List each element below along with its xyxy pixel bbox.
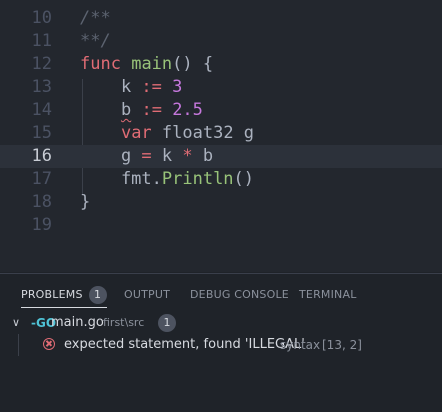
problem-item[interactable]: expected statement, found 'ILLEGAL' synt… [0,334,442,356]
code-text: /** [80,7,111,30]
tab-debug-console-label: DEBUG CONSOLE [190,288,289,301]
code-token: b [120,100,132,120]
code-token: () [233,169,255,189]
code-token: 2.5 [172,100,203,120]
bottom-panel: PROBLEMS 1 OUTPUT DEBUG CONSOLE TERMINAL … [0,273,442,412]
code-token: float32 g [151,123,255,143]
line-number: 15 [31,123,52,143]
chevron-down-icon[interactable]: ∨ [12,312,20,334]
tab-problems[interactable]: PROBLEMS 1 [21,285,107,308]
code-line[interactable]: 12 func main() { [0,53,442,76]
panel-tabs: PROBLEMS 1 OUTPUT DEBUG CONSOLE TERMINAL [0,274,442,310]
line-number: 17 [31,169,52,189]
code-token: := [141,100,162,120]
file-problem-count-badge: 1 [158,314,176,332]
tab-problems-label: PROBLEMS [21,288,83,301]
code-token: } [80,192,91,212]
problem-file-row[interactable]: ∨ -GO main.go first\src 1 [0,312,442,334]
tab-terminal[interactable]: TERMINAL [299,285,357,307]
line-number: 14 [31,100,52,120]
code-line[interactable]: 10 /** [0,7,442,30]
tab-output-label: OUTPUT [124,288,171,301]
code-text: **/ [80,30,111,53]
line-number: 18 [31,192,52,212]
line-number: 19 [31,215,52,235]
file-name: main.go [51,315,104,330]
code-line[interactable]: 17 fmt.Println() [0,168,442,191]
code-token: () { [172,54,214,74]
code-text: b := 2.5 [80,99,203,122]
line-number: 16 [31,146,52,166]
problem-position: [13, 2] [322,338,362,352]
code-token: main [131,54,173,74]
file-path: first\src [103,316,145,329]
error-icon [43,338,55,350]
code-line[interactable]: 19 [0,214,442,237]
code-text: g = k * b [80,145,213,168]
code-line[interactable]: 11 **/ [0,30,442,53]
code-token: k [151,146,183,166]
line-number: 12 [31,54,52,74]
tab-debug-console[interactable]: DEBUG CONSOLE [190,285,289,307]
code-text: var float32 g [80,122,254,145]
code-token: k [80,77,142,97]
code-text: } [80,191,90,214]
code-line[interactable]: 13 k := 3 [0,76,442,99]
code-token: = [141,146,152,166]
code-token: * [182,146,193,166]
code-token: /** [80,8,111,28]
problem-message: expected statement, found 'ILLEGAL' [64,337,305,352]
tab-terminal-label: TERMINAL [299,288,357,301]
line-number: 10 [31,8,52,28]
code-token: := [141,77,162,97]
code-editor[interactable]: 10/** 11 **/12 func main() {13 k := 3 14 b :… [0,0,442,272]
code-text: k := 3 [80,76,182,99]
tab-output[interactable]: OUTPUT [124,285,170,307]
line-number: 13 [31,77,52,97]
problems-count-badge: 1 [88,286,107,304]
line-number: 11 [31,31,52,51]
code-token: 3 [172,77,183,97]
code-token: Println [161,169,234,189]
code-token: g [80,146,142,166]
code-line[interactable]: 18} [0,191,442,214]
code-line[interactable]: 14 b := 2.5 [0,99,442,122]
code-token: fmt. [80,169,162,189]
code-token: **/ [80,31,111,51]
problem-source: syntax [280,338,321,352]
code-line[interactable]: 16 g = k * b [0,145,442,168]
tree-indent-guide [18,334,19,356]
code-token: var [120,123,152,143]
code-line[interactable]: 15 var float32 g [0,122,442,145]
code-text: func main() { [80,53,213,76]
vscode-window: 10/** 11 **/12 func main() {13 k := 3 14 b :… [0,0,442,412]
code-token: func [80,54,121,74]
code-token: b [192,146,214,166]
code-text: fmt.Println() [80,168,254,191]
